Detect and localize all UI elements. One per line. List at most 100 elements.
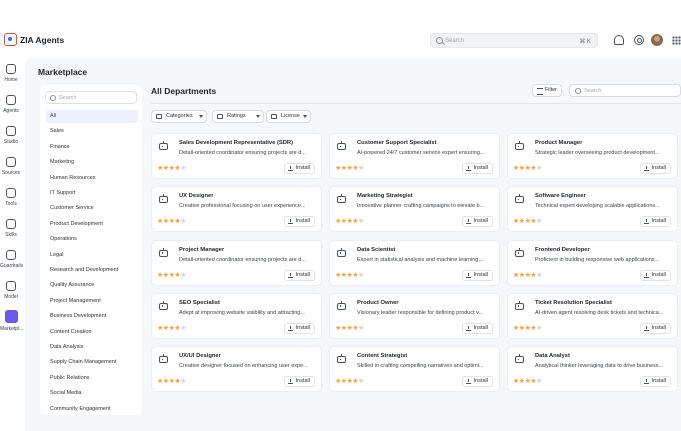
department-item[interactable]: Content Creation <box>46 326 138 339</box>
department-item[interactable]: Social Media <box>46 387 138 400</box>
install-button[interactable]: Install <box>461 269 493 281</box>
agent-description: AI-powered 24/7 customer service expert … <box>357 150 485 156</box>
agent-title: SEO Specialist <box>179 299 220 306</box>
agent-title: Marketing Strategist <box>357 193 413 200</box>
department-item[interactable]: Finance <box>46 141 138 154</box>
rail-item-label: Sources <box>1 170 21 176</box>
agent-card[interactable]: Data Analyst Analytical thinker leveragin… <box>507 346 678 393</box>
rail-item-6[interactable]: Guardrails <box>0 250 23 269</box>
agent-card[interactable]: UX/UI Designer Creative designer focused … <box>151 346 322 393</box>
star-icon: ★ <box>180 165 186 172</box>
download-icon <box>287 219 293 225</box>
agent-card[interactable]: Ticket Resolution Specialist AI-driven ag… <box>507 292 678 339</box>
agent-title: Data Scientist <box>357 246 396 253</box>
ratings-dropdown[interactable]: Ratings <box>212 110 264 123</box>
categories-label: Categories <box>166 113 193 119</box>
agent-description: Detail-oriented coordinator ensuring pro… <box>179 256 306 263</box>
rail-item-1[interactable]: Agents <box>0 95 22 114</box>
bell-icon[interactable] <box>614 35 624 45</box>
install-button[interactable]: Install <box>283 269 315 281</box>
rail-item-7[interactable]: Model <box>0 281 22 300</box>
install-button[interactable]: Install <box>639 216 671 228</box>
apps-grid-icon[interactable] <box>672 36 681 45</box>
star-icon: ★ <box>358 324 364 332</box>
categories-dropdown[interactable]: Categories <box>151 110 207 123</box>
install-label: Install <box>651 271 666 278</box>
agent-card[interactable]: Data Scientist Expert in statistical anal… <box>329 239 500 286</box>
agent-description: AI-driven agent resolving desk tickets a… <box>535 309 664 316</box>
filter-button[interactable]: Filter <box>532 84 562 97</box>
rail-item-3[interactable]: Sources <box>0 157 22 176</box>
department-item[interactable]: IT Support <box>46 187 138 200</box>
agent-card[interactable]: Product Owner Visionary leader responsibl… <box>329 292 500 339</box>
install-button[interactable]: Install <box>639 163 671 174</box>
star-icon: ★ <box>536 324 542 332</box>
agent-card[interactable]: SEO Specialist Adept at improving website… <box>151 292 322 339</box>
department-item[interactable]: Customer Service <box>46 202 138 215</box>
global-search-placeholder: Search <box>445 38 465 44</box>
department-item[interactable]: All <box>46 110 138 123</box>
download-icon <box>287 325 293 331</box>
department-item[interactable]: Human Resources <box>46 172 138 185</box>
departments-search-input[interactable]: Search <box>45 91 137 104</box>
agent-description: Skilled in crafting compelling narrative… <box>357 363 484 370</box>
agent-description: Innovative planner crafting campaigns to… <box>357 203 485 210</box>
agent-card[interactable]: Customer Support Specialist AI-powered 24… <box>329 133 500 179</box>
department-item[interactable]: Sales <box>46 125 138 138</box>
department-item[interactable]: Quality Assurance <box>46 279 138 292</box>
agent-card[interactable]: UX Designer Creative professional focusin… <box>151 186 322 233</box>
install-button[interactable]: Install <box>283 163 315 174</box>
install-button[interactable]: Install <box>461 216 493 228</box>
install-label: Install <box>473 165 488 171</box>
agent-card[interactable]: Product Manager Strategic leader overseei… <box>507 133 678 179</box>
robot-icon <box>515 247 524 257</box>
agent-card[interactable]: Frontend Developer Proficient in building… <box>507 239 678 286</box>
rail-item-4[interactable]: Tools <box>0 188 22 207</box>
department-item[interactable]: Supply Chain Management <box>46 356 138 369</box>
tools-icon <box>6 188 16 198</box>
rail-item-label: Home <box>4 77 18 83</box>
avatar[interactable] <box>651 34 663 46</box>
install-button[interactable]: Install <box>461 163 493 174</box>
agent-title: Project Manager <box>179 246 225 253</box>
install-button[interactable]: Install <box>283 216 315 228</box>
install-button[interactable]: Install <box>639 322 671 334</box>
rating-stars: ★★★★★ <box>157 164 186 172</box>
robot-icon <box>515 354 524 364</box>
install-button[interactable]: Install <box>639 376 671 388</box>
department-item[interactable]: Public Relations <box>46 372 138 385</box>
rail-item-0[interactable]: Home <box>0 64 22 83</box>
department-item[interactable]: Project Management <box>46 295 138 308</box>
install-button[interactable]: Install <box>461 376 493 388</box>
install-button[interactable]: Install <box>283 322 315 334</box>
install-button[interactable]: Install <box>283 376 315 388</box>
rail-item-2[interactable]: Studio <box>0 126 22 145</box>
department-item[interactable]: Legal <box>46 249 138 262</box>
agent-card[interactable]: Sales Development Representative (SDR) De… <box>151 133 322 179</box>
rail-item-8[interactable]: Marketpl... <box>0 310 23 332</box>
install-label: Install <box>295 165 310 171</box>
department-item[interactable]: Business Development <box>46 310 138 323</box>
rating-stars: ★★★★★ <box>157 377 186 385</box>
department-item[interactable]: Product Development <box>46 218 138 231</box>
department-item[interactable]: Operations <box>46 233 138 246</box>
department-item[interactable]: Data Analysis <box>46 341 138 354</box>
app-logo-icon[interactable] <box>4 33 17 46</box>
star-icon: ★ <box>358 378 364 386</box>
agent-card[interactable]: Project Manager Detail-oriented coordinat… <box>151 239 322 286</box>
rail-item-5[interactable]: Skills <box>0 219 22 238</box>
global-search-input[interactable]: Search ⌘ K <box>430 33 598 48</box>
install-button[interactable]: Install <box>639 269 671 281</box>
agent-card[interactable]: Marketing Strategist Innovative planner c… <box>329 186 500 233</box>
agents-search-input[interactable]: Search <box>569 84 681 97</box>
gear-icon[interactable] <box>634 35 644 45</box>
chevron-down-icon <box>199 115 203 118</box>
department-item[interactable]: Research and Development <box>46 264 138 277</box>
studio-icon <box>6 126 16 136</box>
agent-card[interactable]: Content Strategist Skilled in crafting co… <box>329 346 500 393</box>
department-item[interactable]: Community Engagement <box>46 403 138 416</box>
agent-card[interactable]: Software Engineer Technical expert develo… <box>507 186 678 233</box>
install-button[interactable]: Install <box>461 322 493 334</box>
department-item[interactable]: Marketing <box>46 156 138 169</box>
license-dropdown[interactable]: License <box>266 110 311 123</box>
